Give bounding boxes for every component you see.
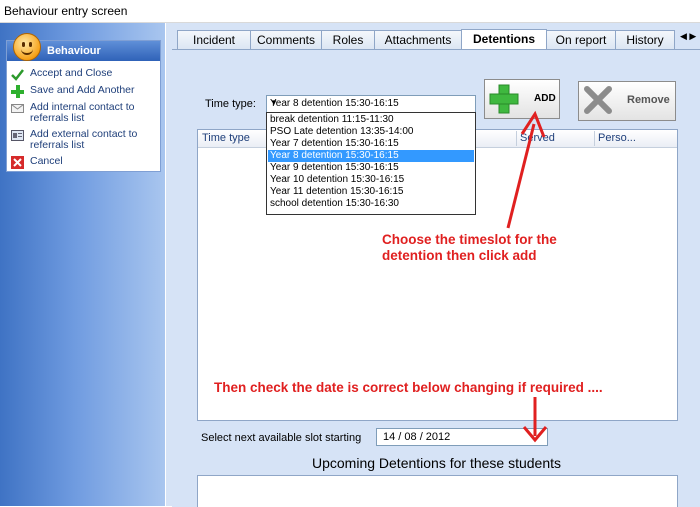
annotation-line: Choose the timeslot for the bbox=[382, 232, 557, 247]
annotation-arrows bbox=[506, 110, 548, 443]
annotation-note-date: Then check the date is correct below cha… bbox=[214, 380, 603, 395]
annotation-line: detention then click add bbox=[382, 248, 537, 263]
annotation-note-timeslot: Choose the timeslot for the detention th… bbox=[382, 232, 557, 264]
